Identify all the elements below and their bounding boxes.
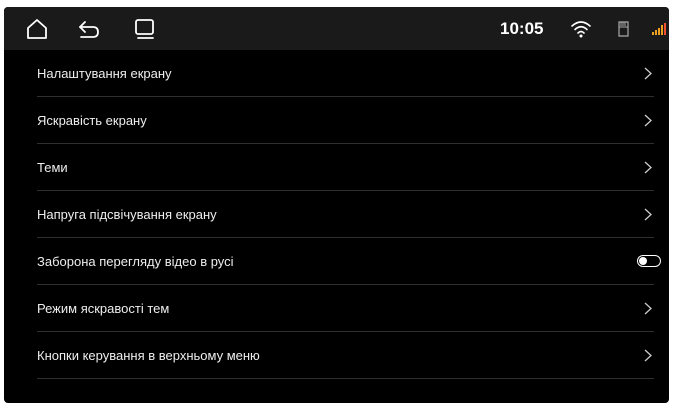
- chevron-right-icon: [644, 161, 652, 174]
- toggle-knob: [639, 256, 647, 265]
- home-icon: [25, 17, 49, 41]
- sd-card-icon: [616, 19, 630, 39]
- chevron-right-icon: [644, 349, 652, 362]
- settings-item-label: Налаштування екрану: [37, 66, 172, 81]
- settings-item-screen-settings[interactable]: Налаштування екрану: [4, 50, 669, 97]
- clock: 10:05: [500, 19, 544, 38]
- recent-apps-icon: [133, 17, 157, 41]
- divider: [37, 378, 654, 379]
- status-bar: 10:05: [4, 7, 669, 50]
- screen: 10:05 Налаштування екрану Яскравість екр…: [4, 7, 669, 403]
- settings-item-top-menu-buttons[interactable]: Кнопки керування в верхньому меню: [4, 332, 669, 379]
- settings-item-label: Режим яскравості тем: [37, 301, 170, 316]
- settings-item-backlight-voltage[interactable]: Напруга підсвічування екрану: [4, 191, 669, 238]
- settings-list: Налаштування екрану Яскравість екрану Те…: [4, 50, 669, 379]
- settings-item-label: Теми: [37, 160, 68, 175]
- settings-item-label: Напруга підсвічування екрану: [37, 207, 217, 222]
- settings-item-label: Заборона перегляду відео в русі: [37, 254, 234, 269]
- settings-item-screen-brightness[interactable]: Яскравість екрану: [4, 97, 669, 144]
- settings-item-video-while-driving: Заборона перегляду відео в русі: [4, 238, 669, 285]
- settings-item-theme-brightness-mode[interactable]: Режим яскравості тем: [4, 285, 669, 332]
- signal-icon: [652, 19, 666, 39]
- home-button[interactable]: [24, 16, 50, 42]
- chevron-right-icon: [644, 302, 652, 315]
- settings-item-label: Кнопки керування в верхньому меню: [37, 348, 260, 363]
- chevron-right-icon: [644, 114, 652, 127]
- wifi-icon: [570, 19, 592, 39]
- chevron-right-icon: [644, 208, 652, 221]
- recent-apps-button[interactable]: [132, 16, 158, 42]
- back-button[interactable]: [76, 16, 102, 42]
- settings-item-label: Яскравість екрану: [37, 113, 147, 128]
- video-lock-toggle[interactable]: [637, 255, 661, 267]
- settings-item-themes[interactable]: Теми: [4, 144, 669, 191]
- back-icon: [77, 17, 101, 41]
- chevron-right-icon: [644, 67, 652, 80]
